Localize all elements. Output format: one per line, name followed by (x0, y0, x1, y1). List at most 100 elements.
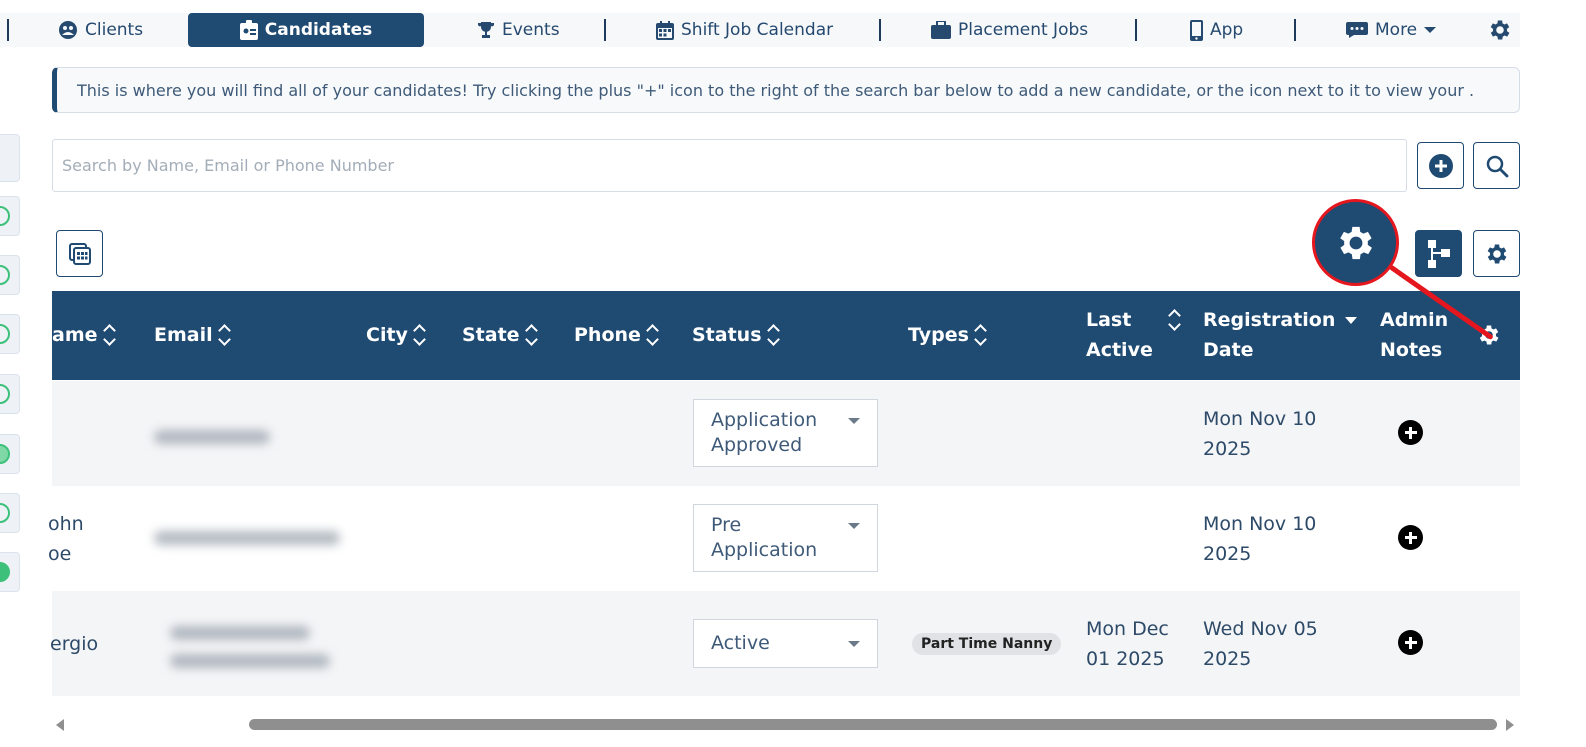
cell-line: 2025 (1203, 648, 1252, 670)
nav-item-shift-job-calendar[interactable]: Shift Job Calendar (656, 13, 833, 47)
scroll-right-arrow[interactable] (1506, 719, 1514, 731)
table-settings-button[interactable] (1473, 230, 1520, 277)
status-circle-icon (0, 562, 10, 582)
horizontal-scrollbar[interactable] (52, 716, 1520, 733)
status-select[interactable]: Application Approved (693, 399, 878, 467)
column-header-state[interactable]: State (462, 320, 538, 350)
add-note-button[interactable] (1398, 420, 1423, 445)
sort-icon (526, 323, 538, 347)
table-row[interactable]: Application Approved Mon Nov 10 2025 (52, 381, 1520, 486)
column-header-name[interactable]: ame (52, 320, 116, 350)
header-line-text: Registration (1203, 309, 1336, 331)
column-header-label: Last Active (1086, 305, 1153, 365)
nav-separator (7, 19, 9, 41)
column-header-label: State (462, 324, 520, 346)
gear-icon (1339, 226, 1372, 259)
nav-label: More (1375, 20, 1418, 40)
chevron-down-icon (848, 523, 860, 529)
nav-item-events[interactable]: Events (477, 13, 560, 47)
sort-icon (647, 323, 659, 347)
add-candidate-button[interactable] (1417, 142, 1464, 189)
column-header-status[interactable]: Status (692, 320, 780, 350)
status-select[interactable]: Pre Application (693, 504, 878, 572)
column-header-label: Admin Notes (1380, 305, 1448, 365)
sidebar-item[interactable] (0, 255, 20, 295)
sort-icon (768, 323, 780, 347)
email-redacted (170, 654, 330, 668)
nav-separator (604, 19, 606, 41)
spreadsheet-icon (68, 242, 91, 265)
cell-name: ergio (50, 629, 98, 659)
sidebar-item[interactable] (0, 434, 20, 474)
column-header-city[interactable]: City (366, 320, 426, 350)
cell-name: ohn oe (48, 509, 84, 569)
status-circle-icon (0, 503, 10, 523)
add-note-button[interactable] (1398, 630, 1423, 655)
nav-label: Shift Job Calendar (681, 20, 834, 40)
status-select-value: Active (711, 631, 770, 656)
column-header-registration-date[interactable]: Registration Date (1203, 305, 1358, 365)
header-line: Notes (1380, 339, 1443, 361)
export-spreadsheet-button[interactable] (56, 230, 103, 277)
sort-icon (219, 323, 231, 347)
info-banner-text: This is where you will find all of your … (77, 80, 1475, 100)
sidebar-item[interactable] (0, 374, 20, 414)
search-input[interactable] (52, 139, 1407, 192)
column-header-label: City (366, 324, 408, 346)
sidebar-item[interactable] (0, 493, 20, 533)
cell-line: ergio (50, 633, 99, 655)
sidebar-item[interactable] (0, 134, 20, 182)
chevron-down-icon (848, 640, 860, 647)
sort-icon (975, 323, 987, 347)
add-note-button[interactable] (1398, 525, 1423, 550)
status-circle-icon (0, 324, 10, 344)
sort-icon (104, 323, 116, 347)
trophy-icon (478, 22, 494, 38)
sort-icon (1169, 308, 1181, 332)
status-circle-icon (0, 384, 10, 404)
nav-item-clients[interactable]: Clients (58, 13, 143, 47)
search-icon (1486, 155, 1508, 177)
column-header-phone[interactable]: Phone (574, 320, 659, 350)
table-row[interactable]: ohn oe Pre Application Mon Nov 10 2025 (48, 486, 1520, 591)
column-header-admin-notes[interactable]: Admin Notes (1380, 305, 1448, 365)
status-line: Approved (711, 434, 803, 456)
nav-item-placement-jobs[interactable]: Placement Jobs (931, 13, 1088, 47)
cell-line: 2025 (1203, 543, 1252, 565)
search-button[interactable] (1473, 142, 1520, 189)
status-circle-icon (0, 206, 10, 226)
column-header-last-active[interactable]: Last Active (1086, 305, 1181, 365)
cell-registration-date: Wed Nov 05 2025 (1203, 614, 1318, 674)
gear-icon (1487, 243, 1506, 264)
settings-button[interactable] (1487, 13, 1513, 47)
table-header: ame Email City State Phone Status Types … (52, 291, 1520, 380)
status-select[interactable]: Active (693, 619, 878, 668)
clients-icon (59, 21, 77, 39)
header-line: Active (1086, 339, 1153, 361)
tree-view-button[interactable] (1415, 230, 1462, 277)
status-line: Active (711, 632, 770, 654)
cell-line: ohn (48, 513, 84, 535)
column-header-email[interactable]: Email (154, 320, 231, 350)
table-row[interactable]: ergio Active Part Time Nanny Mon Dec 01 2… (50, 591, 1520, 696)
column-header-label: Email (154, 324, 213, 346)
nav-item-app[interactable]: App (1190, 13, 1243, 47)
cell-line: Wed Nov 05 (1203, 618, 1318, 640)
scrollbar-thumb[interactable] (249, 719, 1497, 730)
top-navigation: Clients Candidates Events Shift Job Cale… (0, 13, 1520, 47)
scroll-left-arrow[interactable] (56, 719, 64, 731)
gear-icon (1490, 20, 1510, 40)
sidebar-item[interactable] (0, 196, 20, 236)
nav-item-candidates[interactable]: Candidates (188, 13, 424, 47)
status-line: Application (711, 409, 818, 431)
column-header-types[interactable]: Types (908, 320, 987, 350)
header-line: Date (1203, 339, 1254, 361)
nav-label: App (1210, 20, 1244, 40)
mobile-icon (1190, 19, 1203, 41)
chevron-down-icon (1424, 27, 1437, 33)
nav-separator (879, 19, 881, 41)
sidebar-item[interactable] (0, 552, 20, 592)
sidebar-item[interactable] (0, 314, 20, 354)
nav-item-more[interactable]: More (1346, 13, 1437, 47)
sort-desc-icon (1345, 317, 1358, 324)
